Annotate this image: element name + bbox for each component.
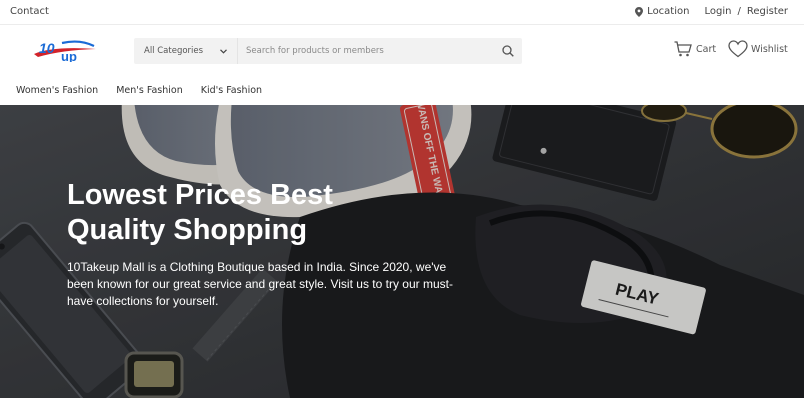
contact-link[interactable]: Contact	[10, 6, 49, 17]
location-link[interactable]: Location	[635, 6, 689, 17]
wishlist-button[interactable]: Wishlist	[728, 40, 788, 58]
hero-title: Lowest Prices Best Quality Shopping	[67, 179, 333, 246]
svg-text:10: 10	[39, 40, 55, 56]
page-bottom-strip	[0, 398, 804, 416]
heart-icon	[728, 40, 748, 58]
cart-label: Cart	[696, 43, 717, 55]
login-link[interactable]: Login	[704, 6, 731, 17]
nav-item-kids-fashion[interactable]: Kid's Fashion	[201, 80, 262, 102]
chevron-down-icon	[220, 48, 227, 54]
auth-separator: /	[737, 6, 741, 17]
search-button[interactable]	[494, 38, 522, 64]
location-label: Location	[647, 6, 690, 17]
top-bar: Contact Location Login / Register	[0, 0, 804, 25]
account-links: Location Login / Register	[635, 6, 788, 17]
main-header: 10 up All Categories Cart Wi	[0, 26, 804, 76]
location-pin-icon	[635, 6, 644, 17]
register-link[interactable]: Register	[747, 6, 788, 17]
site-logo[interactable]: 10 up	[32, 40, 98, 62]
nav-item-mens-fashion[interactable]: Men's Fashion	[116, 80, 183, 102]
wishlist-label: Wishlist	[751, 43, 788, 55]
category-nav: Women's Fashion Men's Fashion Kid's Fash…	[0, 80, 264, 102]
cart-icon	[674, 41, 692, 57]
cart-button[interactable]: Cart	[674, 41, 716, 57]
hero-description: 10Takeup Mall is a Clothing Boutique bas…	[67, 260, 453, 308]
search-icon	[502, 45, 514, 57]
svg-text:up: up	[61, 49, 77, 62]
hero-banner: VANS OFF THE WALL PLAY Lowest Prices Bes…	[0, 105, 804, 398]
nav-item-womens-fashion[interactable]: Women's Fashion	[16, 80, 98, 102]
category-select[interactable]: All Categories	[134, 38, 238, 64]
search-bar: All Categories	[134, 38, 522, 64]
hero-background-image: VANS OFF THE WALL PLAY	[0, 105, 804, 398]
search-input[interactable]	[238, 38, 494, 64]
category-select-value: All Categories	[144, 46, 204, 56]
